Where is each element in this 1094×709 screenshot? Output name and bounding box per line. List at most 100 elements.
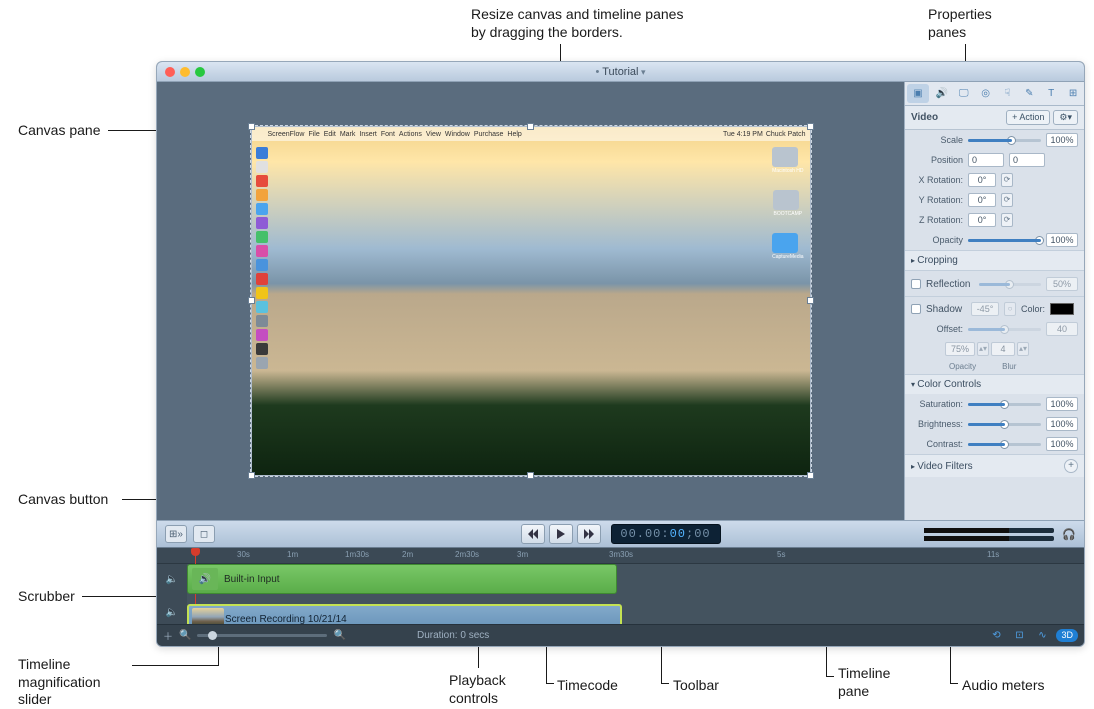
brightness-value[interactable]: 100%	[1046, 417, 1078, 431]
contrast-value[interactable]: 100%	[1046, 437, 1078, 451]
properties-tabs[interactable]: ▣ 🔊 🖵 ◎ ☟ ✎ T ⊞	[905, 82, 1084, 106]
shadow-color-swatch[interactable]	[1050, 303, 1074, 315]
media-tab-icon[interactable]: ⊞	[1062, 82, 1084, 105]
timecode-display[interactable]: 00.00:00;00	[611, 524, 721, 544]
opacity-slider[interactable]	[968, 239, 1041, 242]
xrot-label: X Rotation:	[911, 175, 963, 185]
scale-value[interactable]: 100%	[1046, 133, 1078, 147]
yrot-field[interactable]: 0°	[968, 193, 996, 207]
color-controls-section[interactable]: Color Controls	[905, 374, 1084, 394]
headphones-icon[interactable]: 🎧	[1062, 528, 1076, 541]
track-video-toggle-icon[interactable]: 🔈	[157, 607, 187, 618]
scale-slider[interactable]	[968, 139, 1041, 142]
track-gutter: 🔈 🔈	[157, 564, 187, 624]
play-button[interactable]	[549, 524, 573, 544]
app-window: Tutorial ScreenFlow File Edit Mark Inser…	[156, 61, 1085, 647]
text-tab-icon[interactable]: T	[1040, 82, 1062, 105]
rewind-button[interactable]	[521, 524, 545, 544]
zoom-out-icon[interactable]: 🔍	[179, 630, 191, 641]
offset-label: Offset:	[911, 324, 963, 334]
shadow-opacity-field[interactable]: 75%	[945, 342, 975, 356]
callout-timecode: Timecode	[557, 677, 618, 695]
canvas-content[interactable]: ScreenFlow File Edit Mark Insert Font Ac…	[251, 126, 811, 476]
add-track-button[interactable]: ＋	[163, 628, 173, 643]
fastforward-button[interactable]	[577, 524, 601, 544]
contrast-label: Contrast:	[911, 439, 963, 449]
saturation-label: Saturation:	[911, 399, 963, 409]
callout-toolbar: Toolbar	[673, 677, 719, 695]
audio-meter-right	[924, 536, 1054, 541]
zoom-in-icon[interactable]: 🔍	[333, 630, 345, 641]
offset-slider[interactable]	[968, 328, 1041, 331]
brightness-slider[interactable]	[968, 423, 1041, 426]
ruler-mark: 2m	[402, 550, 413, 559]
scale-label: Scale	[911, 135, 963, 145]
opacity-label: Opacity	[911, 235, 963, 245]
reflection-value: 50%	[1046, 277, 1078, 291]
saturation-value[interactable]: 100%	[1046, 397, 1078, 411]
add-action-button[interactable]: + Action	[1006, 110, 1050, 125]
cropping-section[interactable]: Cropping	[905, 250, 1084, 270]
reflection-slider[interactable]	[979, 283, 1041, 286]
yrot-stepper[interactable]: ⟳	[1001, 193, 1013, 207]
xrot-field[interactable]: 0°	[968, 173, 996, 187]
callout-tab-icon[interactable]: ◎	[975, 82, 997, 105]
zrot-field[interactable]: 0°	[968, 213, 996, 227]
chapters-icon[interactable]: ⊡	[1010, 629, 1028, 643]
track-audio-toggle-icon[interactable]: 🔈	[157, 574, 187, 585]
callout-resize: Resize canvas and timeline panes by drag…	[471, 6, 683, 41]
add-filter-button[interactable]: +	[1064, 459, 1078, 473]
shadow-checkbox[interactable]	[911, 304, 921, 314]
callout-canvas-button: Canvas button	[18, 491, 108, 509]
window-titlebar[interactable]: Tutorial	[157, 62, 1084, 82]
position-x-field[interactable]: 0	[968, 153, 1004, 167]
reflection-checkbox[interactable]	[911, 279, 921, 289]
timeline-footer: ＋ 🔍 🔍 Duration: 0 secs ⟲ ⊡ ∿ 3D	[157, 624, 1084, 646]
shadow-blur-field[interactable]: 4	[991, 342, 1015, 356]
video-tab-icon[interactable]: ▣	[907, 84, 929, 103]
saturation-slider[interactable]	[968, 403, 1041, 406]
canvas-pane[interactable]: ScreenFlow File Edit Mark Insert Font Ac…	[157, 82, 904, 520]
shadow-angle-dial[interactable]: ○	[1004, 302, 1016, 316]
zrot-stepper[interactable]: ⟳	[1001, 213, 1013, 227]
ruler-mark: 1m30s	[345, 550, 369, 559]
action-gear-button[interactable]: ⚙︎▾	[1053, 110, 1078, 125]
ruler-mark: 1m	[287, 550, 298, 559]
video-filters-section[interactable]: Video Filters +	[905, 454, 1084, 477]
callout-canvas-pane: Canvas pane	[18, 122, 101, 140]
touch-tab-icon[interactable]: ☟	[997, 82, 1019, 105]
timeline-zoom-slider[interactable]	[197, 634, 327, 637]
shadow-label: Shadow	[926, 304, 966, 315]
snap-icon[interactable]: ⟲	[987, 629, 1005, 643]
screen-tab-icon[interactable]: 🖵	[953, 82, 975, 105]
waveform-icon[interactable]: ∿	[1033, 629, 1051, 643]
speaker-icon: 🔊	[192, 568, 218, 590]
audio-tab-icon[interactable]: 🔊	[931, 82, 953, 105]
ruler-mark: 3m	[517, 550, 528, 559]
ruler-mark: 11s	[987, 550, 999, 559]
timeline-pane[interactable]: 30s1m1m30s2m2m30s3m3m30s5s11s 🔈 🔈 🔊 Buil…	[157, 548, 1084, 624]
properties-pane: ▣ 🔊 🖵 ◎ ☟ ✎ T ⊞ Video + Action ⚙︎▾ Scale…	[904, 82, 1084, 520]
callout-timeline-pane: Timeline pane	[838, 665, 890, 700]
position-y-field[interactable]: 0	[1009, 153, 1045, 167]
shadow-opacity-stepper[interactable]: ▴▾	[977, 342, 989, 356]
opacity-value[interactable]: 100%	[1046, 233, 1078, 247]
recorded-dock	[256, 147, 270, 465]
annotations-tab-icon[interactable]: ✎	[1018, 82, 1040, 105]
audio-clip[interactable]: 🔊 Built-in Input	[187, 564, 617, 594]
timeline-ruler[interactable]: 30s1m1m30s2m2m30s3m3m30s5s11s	[157, 548, 1084, 564]
shadow-angle-field[interactable]: -45°	[971, 302, 999, 316]
ruler-mark: 2m30s	[455, 550, 479, 559]
properties-title: Video	[911, 112, 938, 123]
document-title[interactable]: Tutorial	[157, 66, 1084, 78]
contrast-slider[interactable]	[968, 443, 1041, 446]
audio-clip-label: Built-in Input	[224, 574, 280, 585]
shadow-blur-stepper[interactable]: ▴▾	[1017, 342, 1029, 356]
3d-badge[interactable]: 3D	[1056, 629, 1078, 642]
video-clip-label: Screen Recording 10/21/14	[225, 614, 347, 625]
audio-meters	[924, 528, 1054, 541]
callout-audio-meters: Audio meters	[962, 677, 1044, 695]
brightness-label: Brightness:	[911, 419, 963, 429]
ruler-mark: 30s	[237, 550, 250, 559]
xrot-stepper[interactable]: ⟳	[1001, 173, 1013, 187]
